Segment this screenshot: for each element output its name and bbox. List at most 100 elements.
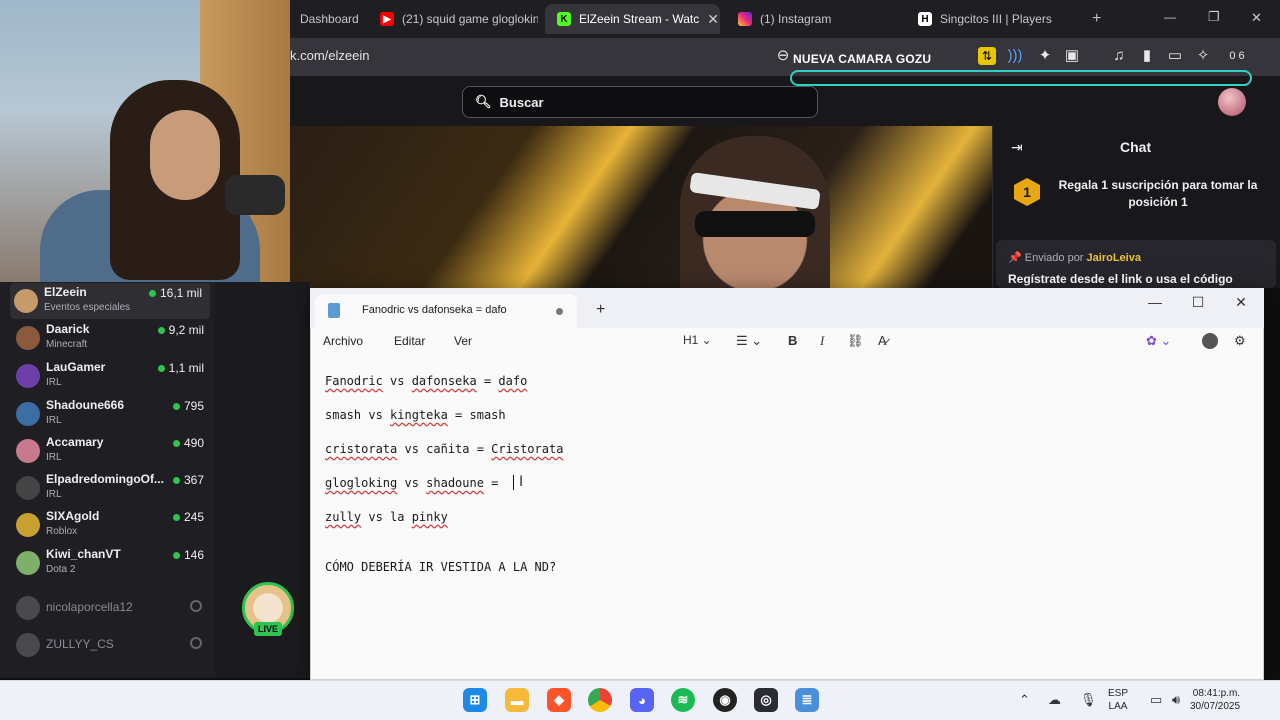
channel-category: IRL — [46, 452, 62, 463]
zoom-icon[interactable]: ⊖ — [774, 47, 792, 65]
channel-name: ElZeein — [44, 285, 87, 299]
bold-icon[interactable]: B — [788, 333, 797, 348]
discord-icon[interactable]: ◕ — [630, 688, 654, 712]
puzzle-icon[interactable]: ✦ — [1036, 47, 1054, 65]
channel-name: nicolaporcella12 — [46, 600, 133, 614]
channel-name: SIXAgold — [46, 509, 100, 523]
screenshot-icon[interactable]: ▣ — [1063, 47, 1081, 65]
video-player[interactable] — [290, 126, 992, 288]
channel-avatar — [16, 326, 40, 350]
sidebar-offline-channel[interactable]: ZULLYY_CS — [12, 627, 212, 663]
settings-gear-icon[interactable]: ⚙ — [1234, 333, 1246, 349]
live-dot-icon — [172, 439, 180, 447]
tab-singcitos[interactable]: H Singcitos III | Players — [906, 4, 1076, 34]
tab-instagram[interactable]: (1) Instagram — [726, 4, 896, 34]
notepad-minimize-button[interactable]: — — [1145, 292, 1165, 312]
notepad-editor[interactable] — [311, 358, 1263, 678]
sidebar-channel-accamary[interactable]: Accamary IRL 490 — [12, 433, 212, 469]
obs-icon[interactable]: ◉ — [713, 688, 737, 712]
unsaved-dot-icon[interactable] — [556, 308, 563, 315]
network-icon[interactable]: ▭ — [1150, 692, 1162, 708]
search-input[interactable]: 🔍︎ Buscar — [462, 86, 818, 118]
channel-name: Shadoune666 — [46, 398, 125, 412]
h-icon: H — [918, 12, 932, 26]
ai-icon[interactable]: ✧ — [1194, 47, 1212, 65]
sidebar-channel-laugamer[interactable]: LauGamer IRL 1,1 mil — [12, 358, 212, 394]
sidebar-channel-daarick[interactable]: Daarick Minecraft 9,2 mil — [12, 320, 212, 356]
channel-avatar — [16, 364, 40, 388]
notepad-maximize-button[interactable]: ☐ — [1188, 292, 1208, 312]
menu-ver[interactable]: Ver — [454, 334, 472, 348]
list-format-icon[interactable]: ☰ ⌄ — [736, 333, 762, 349]
viewer-count: 1,1 mil — [157, 361, 204, 375]
live-dot-icon — [172, 476, 180, 484]
lang-top: ESP — [1108, 688, 1129, 699]
tab-label: Singcitos III | Players — [940, 12, 1052, 26]
pinned-user[interactable]: JairoLeiva — [1087, 252, 1141, 264]
kick-icon: K — [557, 12, 571, 26]
close-tab-icon[interactable]: ✕ — [707, 11, 719, 28]
start-windows-icon[interactable]: ⊞ — [463, 688, 487, 712]
sidebar-channel-elpadredomingoof[interactable]: ElpadredomingoOf... IRL 367 — [12, 470, 212, 506]
onedrive-icon[interactable]: ☁ — [1048, 692, 1061, 708]
account-avatar-icon[interactable] — [1202, 333, 1218, 349]
language-indicator[interactable]: ESP LAA — [1108, 687, 1128, 713]
minimize-button[interactable]: — — [1164, 10, 1176, 24]
pinned-by: 📌 Enviado por JairoLeiva — [1008, 252, 1141, 264]
collapse-chat-icon[interactable]: ⇥ — [1011, 139, 1023, 156]
sidebar-channel-kiwichanvt[interactable]: Kiwi_chanVT Dota 2 146 — [12, 545, 212, 581]
sidebar-offline-channel[interactable]: nicolaporcella12 — [12, 590, 212, 626]
channel-name: Daarick — [46, 322, 90, 336]
brave-icon[interactable]: ◆ — [547, 688, 571, 712]
notepad-taskbar-icon[interactable]: ≣ — [795, 688, 819, 712]
user-avatar[interactable] — [1218, 88, 1246, 116]
viewer-count: 146 — [172, 548, 204, 562]
instagram-icon — [738, 12, 752, 26]
url-text[interactable]: k.com/elzeein — [290, 48, 369, 63]
audio-extension-icon[interactable]: ))) — [1006, 47, 1024, 65]
new-tab-button[interactable]: + — [1092, 10, 1101, 28]
note-line-6[interactable]: CÓMO DEBERÍA IR VESTIDA A LA ND? — [325, 560, 556, 574]
note-line-4[interactable]: glogloking vs shadoune = — [325, 476, 506, 490]
italic-icon[interactable]: I — [820, 333, 824, 349]
heading-select[interactable]: H1 ⌄ — [683, 333, 712, 347]
gift-sub-prompt[interactable]: Regala 1 suscripción para tomar la posic… — [1052, 177, 1264, 211]
extension-icon[interactable]: ⇅ — [978, 47, 996, 65]
sidebar-channel-elzeein[interactable]: ElZeein Eventos especiales 16,1 mil — [10, 283, 210, 319]
tab-youtube[interactable]: ▶ (21) squid game glogloking — [368, 4, 538, 34]
close-window-button[interactable]: ✕ — [1251, 10, 1262, 26]
sidebar-channel-shadoune666[interactable]: Shadoune666 IRL 795 — [12, 396, 212, 432]
notepad-close-button[interactable]: ✕ — [1231, 292, 1251, 312]
tray-chevron-icon[interactable]: ⌃ — [1019, 692, 1030, 708]
note-line-1[interactable]: Fanodric vs dafonseka = dafo — [325, 374, 527, 388]
notepad-new-tab-button[interactable]: + — [596, 301, 605, 319]
note-line-5[interactable]: zully vs la pinky — [325, 510, 448, 524]
sidebar-channel-sixagold[interactable]: SIXAgold Roblox 245 — [12, 507, 212, 543]
music-icon[interactable]: ♫ — [1110, 47, 1128, 65]
maximize-button[interactable]: ❐ — [1208, 9, 1220, 25]
offline-icon — [190, 600, 202, 612]
clear-format-icon[interactable]: A̷ — [878, 333, 887, 348]
tab-kick-stream[interactable]: K ElZeein Stream - Watc ✕ — [545, 4, 720, 34]
file-explorer-icon[interactable]: ▬ — [505, 688, 529, 712]
channel-avatar — [16, 476, 40, 500]
tab-dashboard[interactable]: Dashboard — [288, 4, 368, 34]
note-line-2[interactable]: smash vs kingteka = smash — [325, 408, 506, 422]
menu-editar[interactable]: Editar — [394, 334, 425, 348]
counter-badge: 0 6 — [1229, 50, 1245, 62]
sidepanel-icon[interactable]: ▮ — [1138, 47, 1156, 65]
wallet-icon[interactable]: ▭ — [1166, 47, 1184, 65]
chrome-icon[interactable] — [588, 688, 612, 712]
menu-archivo[interactable]: Archivo — [323, 334, 363, 348]
channel-avatar — [14, 289, 38, 313]
system-clock[interactable]: 08:41:p.m. 30/07/2025 — [1190, 687, 1240, 713]
mic-tray-icon[interactable]: 🎙︎ — [1080, 692, 1097, 708]
copilot-icon[interactable]: ✿ ⌄ — [1146, 333, 1171, 349]
channel-avatar — [16, 439, 40, 463]
spotify-icon[interactable]: ≋ — [671, 688, 695, 712]
volume-icon[interactable]: 🔊︎ — [1172, 692, 1180, 708]
link-icon[interactable]: ⛓ — [847, 333, 864, 349]
note-line-3[interactable]: cristorata vs cañita = Cristorata — [325, 442, 563, 456]
app-icon[interactable]: ◎ — [754, 688, 778, 712]
channel-name: LauGamer — [46, 360, 106, 374]
